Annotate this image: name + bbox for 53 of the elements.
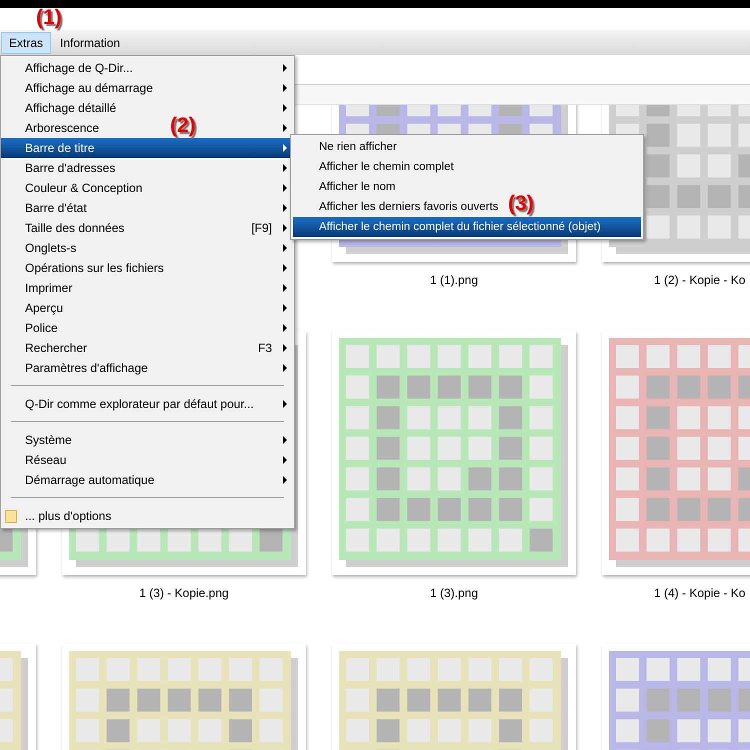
submenu-arrow-icon xyxy=(283,400,287,408)
menu-item[interactable]: ... plus d'options xyxy=(1,506,118,526)
submenu-arrow-icon xyxy=(283,244,287,252)
menu-item[interactable]: Q-Dir comme explorateur par défaut pour... xyxy=(1,394,260,414)
menu-item[interactable]: Aperçu xyxy=(1,298,70,318)
folder-icon xyxy=(5,510,17,523)
menu-item[interactable]: Affichage au démarrage xyxy=(1,78,159,98)
submenu-arrow-icon xyxy=(283,84,287,92)
menu-bar-item[interactable]: Extras xyxy=(1,32,52,54)
menu-item[interactable]: Imprimer xyxy=(1,278,78,298)
submenu-arrow-icon xyxy=(283,364,287,372)
step-number-label: (2) xyxy=(170,114,196,138)
submenu-arrow-icon xyxy=(283,104,287,112)
submenu-arrow-icon xyxy=(283,264,287,272)
thumbnail-image[interactable] xyxy=(332,331,576,575)
submenu-arrow-icon xyxy=(283,344,287,352)
file-name-label: 1 (2) - Kopie - Ko xyxy=(654,273,746,287)
menu-item[interactable]: Paramètres d'affichage xyxy=(1,358,154,378)
file-name-label: 1 (3).png xyxy=(430,586,478,600)
submenu-arrow-icon xyxy=(283,436,287,444)
shortcut-label: [F9] xyxy=(251,220,272,237)
submenu-arrow-icon xyxy=(283,304,287,312)
menu-item[interactable]: Afficher le chemin complet du fichier sélectionné (objet) xyxy=(293,217,641,237)
file-name-label: 1 (1).png xyxy=(430,273,478,287)
menu-item[interactable]: Afficher les derniers favoris ouverts xyxy=(293,197,504,217)
submenu-arrow-icon xyxy=(283,456,287,464)
menu-item[interactable]: Afficher le nom xyxy=(293,177,402,197)
menu-item[interactable]: Ne rien afficher xyxy=(293,137,403,157)
step-number-label: (1) xyxy=(36,6,62,30)
menu-item[interactable]: Système xyxy=(1,430,78,450)
file-name-label: 1 (3) - Kopie.png xyxy=(139,586,229,600)
menu-item[interactable]: Couleur & Conception xyxy=(1,178,148,198)
submenu-arrow-icon xyxy=(283,476,287,484)
menu-item[interactable]: Affichage détaillé xyxy=(1,98,122,118)
menu-item[interactable]: Arborescence xyxy=(1,118,106,138)
menu-item[interactable]: Onglets-s xyxy=(1,238,82,258)
menu-item[interactable]: Barre d'adresses xyxy=(1,158,122,178)
shortcut-label: F3 xyxy=(258,340,272,357)
file-name-label: 1 (4) - Kopie - Ko xyxy=(654,586,746,600)
submenu-arrow-icon xyxy=(283,64,287,72)
menu-item[interactable]: Rechercher xyxy=(1,338,94,358)
menu-item[interactable]: Police xyxy=(1,318,64,338)
menu-item[interactable]: Affichage de Q-Dir... xyxy=(1,58,139,78)
submenu-arrow-icon xyxy=(283,284,287,292)
menu-item[interactable]: Taille des données xyxy=(1,218,130,238)
menu-item[interactable]: Afficher le chemin complet xyxy=(293,157,460,177)
submenu-arrow-icon xyxy=(283,324,287,332)
menu-item[interactable]: Opérations sur les fichiers xyxy=(1,258,170,278)
step-number-label: (3) xyxy=(508,192,534,216)
menu-item[interactable]: Barre d'état xyxy=(1,198,93,218)
menu-item[interactable]: Réseau xyxy=(1,450,72,470)
menu-bar-item[interactable]: Information xyxy=(52,32,128,54)
menu-item[interactable]: Démarrage automatique xyxy=(1,470,160,490)
